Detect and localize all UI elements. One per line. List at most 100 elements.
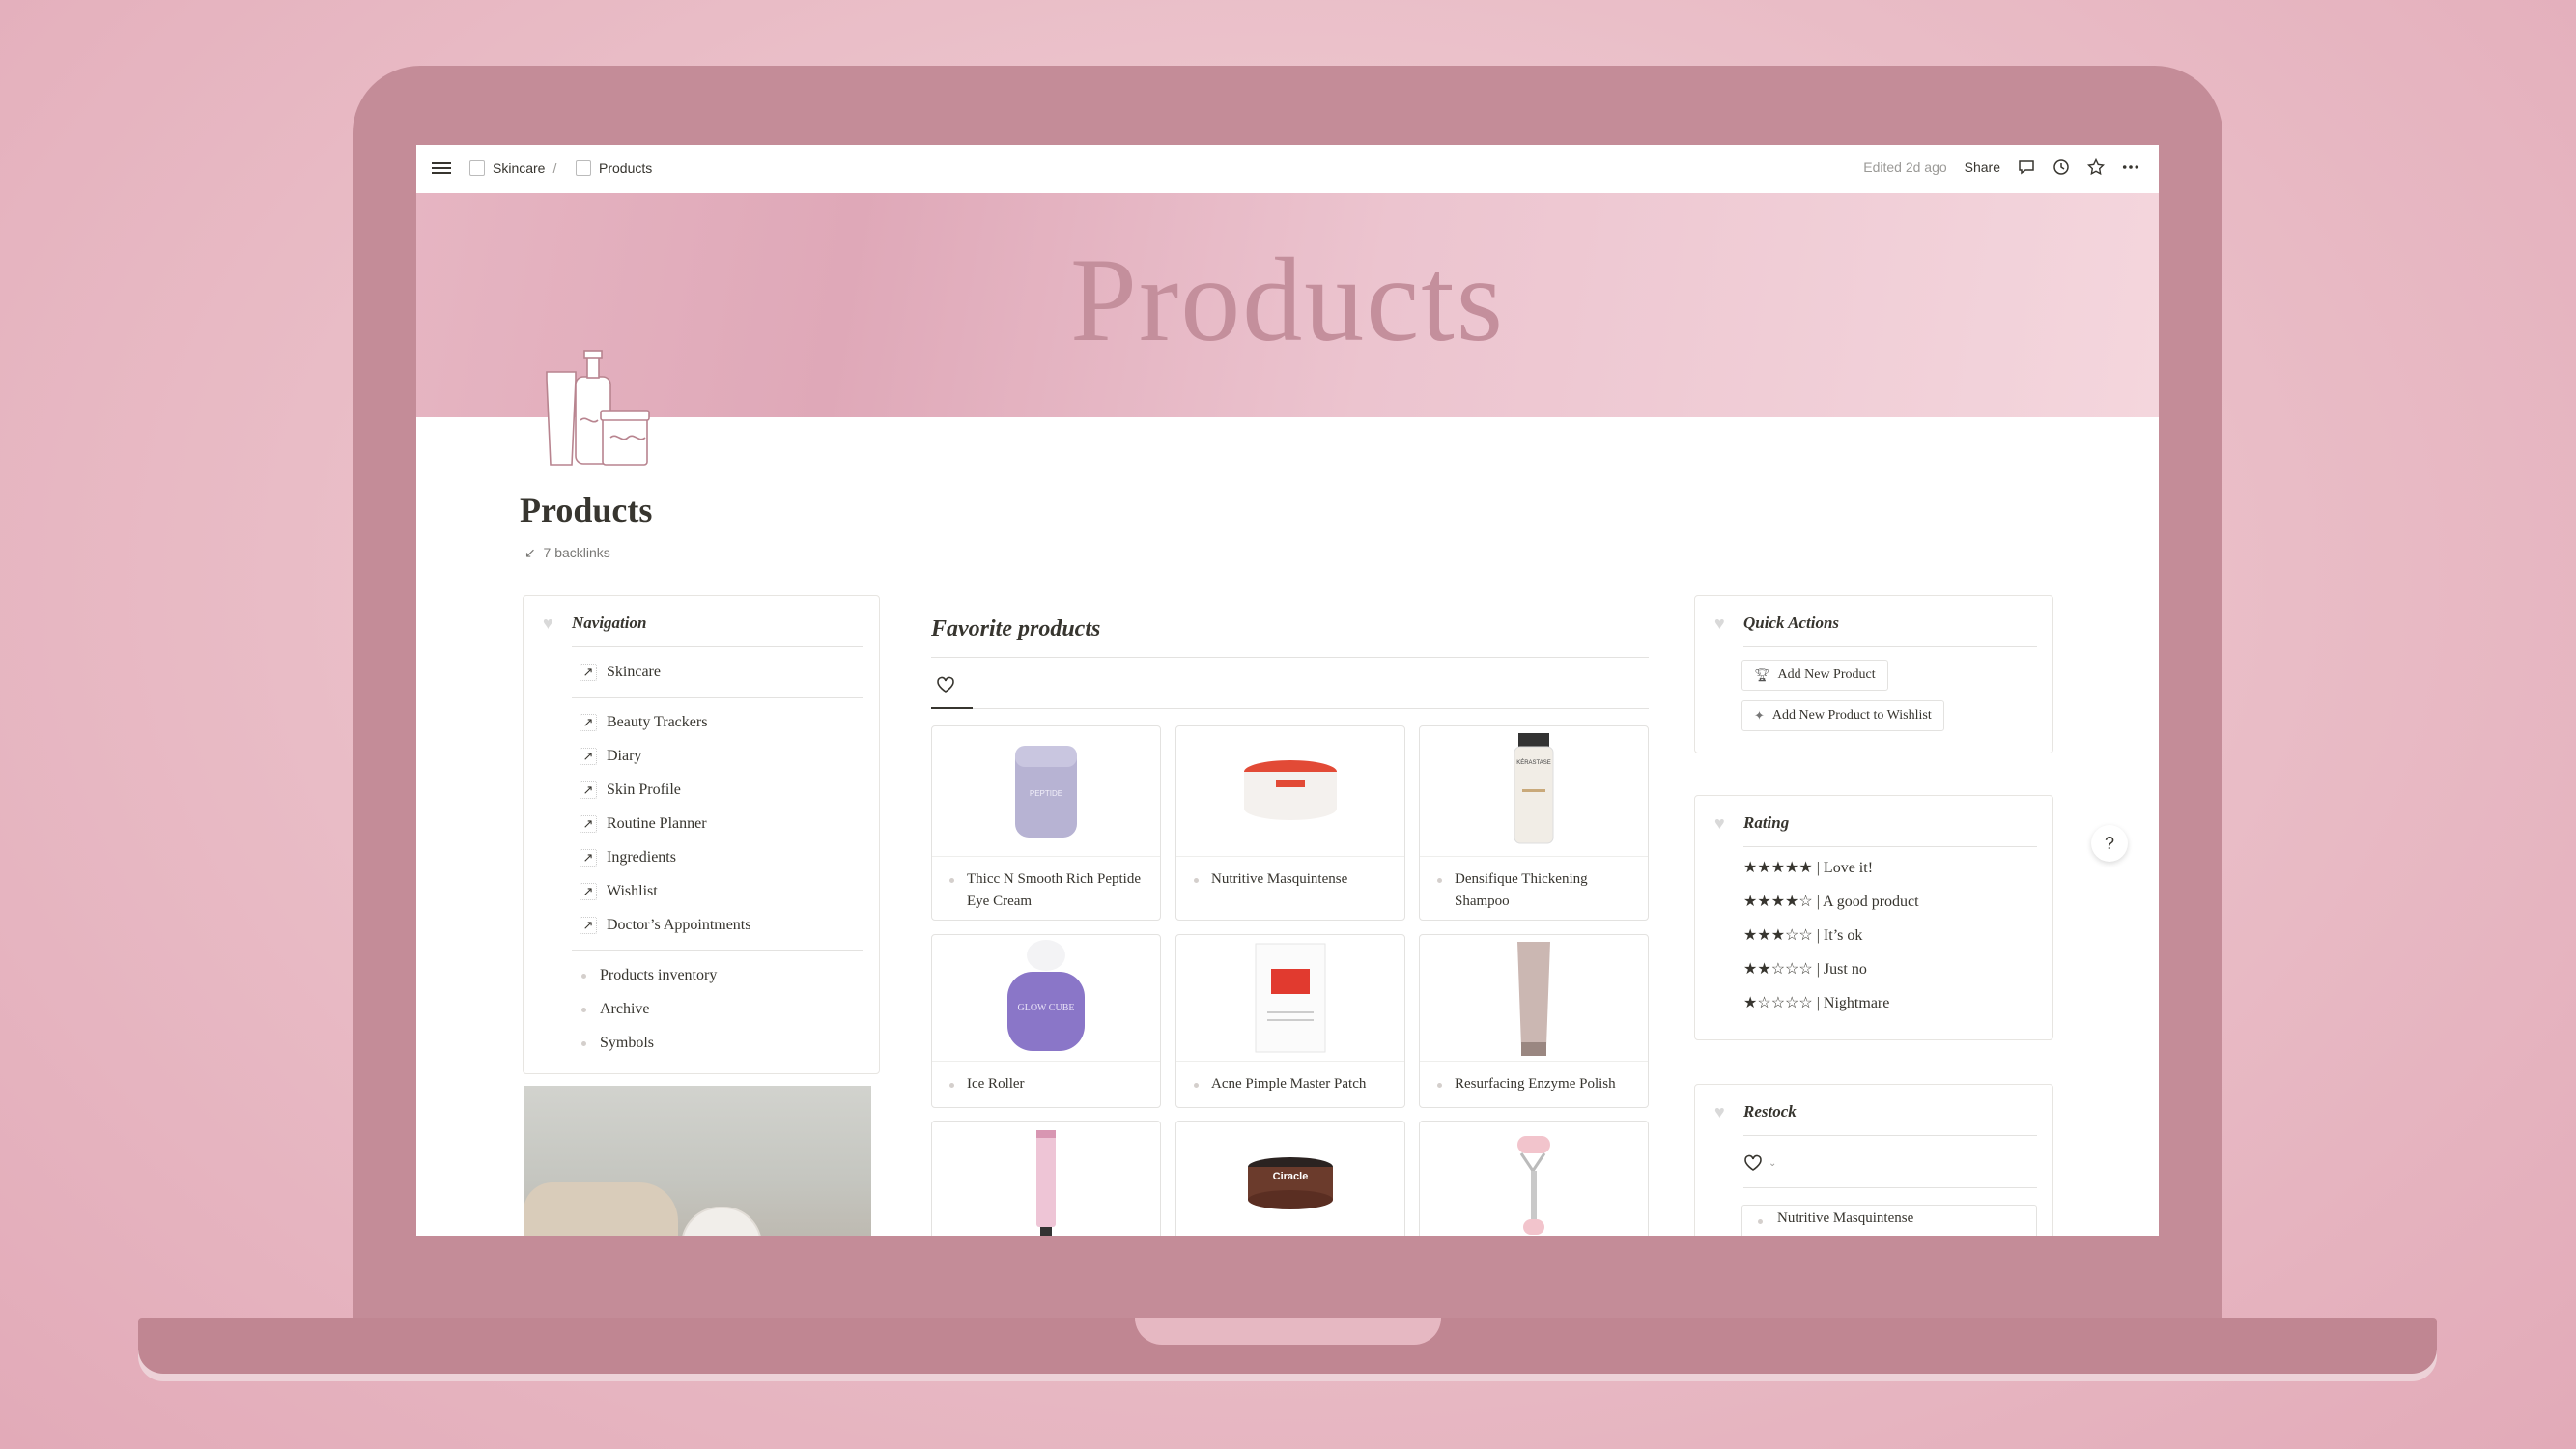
bullet	[1437, 878, 1442, 883]
sparkle-icon: ✦	[1754, 708, 1765, 723]
product-label-glow: GLOW CUBE	[1018, 1003, 1075, 1013]
restock-callout: ♥ Restock ⌄ Nutritive Masquintense	[1694, 1084, 2053, 1236]
nav-link-wishlist[interactable]: ↗ Wishlist	[580, 883, 658, 900]
breadcrumb-skincare[interactable]: Skincare /	[469, 160, 556, 176]
product-name: Thicc N Smooth Rich Peptide Eye Cream	[967, 871, 1141, 909]
product-card[interactable]	[1419, 1121, 1649, 1236]
divider	[931, 708, 1649, 709]
product-label-ciracle: Ciracle	[1273, 1171, 1309, 1182]
restock-item-card[interactable]: Nutritive Masquintense	[1741, 1205, 2037, 1236]
favorites-heading: Favorite products	[931, 616, 1101, 641]
product-image: GLOW CUBE	[932, 935, 1160, 1061]
active-tab-indicator	[931, 707, 973, 709]
page-icon-small	[469, 160, 485, 176]
divider	[1743, 846, 2037, 847]
rating-callout: ♥ Rating ★★★★★ | Love it! ★★★★☆ | A good…	[1694, 795, 2053, 1040]
candle-shape	[681, 1207, 762, 1236]
menu-icon[interactable]	[432, 159, 451, 177]
nav-link-label: Skin Profile	[607, 781, 681, 798]
nav-item-label: Archive	[600, 1001, 650, 1017]
button-label: Add New Product to Wishlist	[1771, 708, 1932, 723]
heart-icon	[1744, 1154, 1762, 1171]
restock-item-label: Nutritive Masquintense	[1777, 1210, 1914, 1226]
bullet	[581, 1040, 586, 1046]
share-button[interactable]: Share	[1965, 159, 2000, 175]
add-new-product-button[interactable]: 🏆︎ Add New Product	[1741, 660, 1888, 691]
restock-view-selector[interactable]: ⌄	[1743, 1154, 1776, 1172]
divider	[1743, 1187, 2037, 1188]
nav-link-routine-planner[interactable]: ↗ Routine Planner	[580, 815, 707, 833]
product-image: PEPTIDE	[932, 726, 1160, 852]
divider	[1743, 646, 2037, 647]
restock-heading-label: Restock	[1743, 1102, 1797, 1121]
nav-link-label: Wishlist	[607, 883, 658, 899]
star-icon[interactable]	[2087, 158, 2105, 176]
quick-actions-heading: ♥ Quick Actions	[1714, 613, 1839, 633]
help-button[interactable]: ?	[2091, 825, 2128, 862]
nav-link-label: Routine Planner	[607, 815, 707, 832]
product-image: KÉRASTASE	[1420, 726, 1648, 852]
nav-item-label: Products inventory	[600, 967, 718, 983]
navigation-callout: ♥ Navigation ↗ Skincare ↗ Beauty Trackers…	[523, 595, 880, 1074]
product-image	[1176, 726, 1404, 852]
bullet	[1194, 1083, 1199, 1088]
product-label-kerastase: KÉRASTASE	[1516, 759, 1551, 766]
rating-heading-label: Rating	[1743, 813, 1790, 832]
nav-link-beauty-trackers[interactable]: ↗ Beauty Trackers	[580, 714, 707, 731]
nav-link-label: Skincare	[607, 664, 661, 680]
nav-link-diary[interactable]: ↗ Diary	[580, 748, 641, 765]
product-card[interactable]: KÉRASTASE Densifique Thickening Shampoo	[1419, 725, 1649, 921]
history-icon[interactable]	[2052, 158, 2070, 176]
help-label: ?	[2104, 833, 2114, 853]
product-card[interactable]: Acne Pimple Master Patch	[1175, 934, 1405, 1108]
product-card[interactable]: PEPTIDE Thicc N Smooth Rich Peptide Eye …	[931, 725, 1161, 921]
heart-icon: ♥	[543, 613, 553, 633]
nav-item-symbols[interactable]: Symbols	[581, 1035, 654, 1052]
nav-link-doctors-appointments[interactable]: ↗ Doctor’s Appointments	[580, 917, 750, 934]
navigation-heading-label: Navigation	[572, 613, 647, 632]
nav-link-ingredients[interactable]: ↗ Ingredients	[580, 849, 676, 867]
more-icon[interactable]	[2122, 158, 2139, 176]
product-name: Nutritive Masquintense	[1211, 871, 1348, 887]
laptop-notch	[1135, 1318, 1441, 1345]
favorites-view-tab[interactable]	[936, 676, 959, 697]
rating-heading: ♥ Rating	[1714, 813, 1789, 833]
link-arrow-icon: ↗	[580, 714, 597, 731]
page-title: Products	[520, 491, 653, 529]
page-icon-small	[576, 160, 591, 176]
quick-actions-callout: ♥ Quick Actions 🏆︎ Add New Product ✦ Add…	[1694, 595, 2053, 753]
nav-item-products-inventory[interactable]: Products inventory	[581, 967, 717, 984]
product-image	[932, 1122, 1160, 1236]
heart-icon	[937, 676, 954, 693]
product-name: Densifique Thickening Shampoo	[1455, 871, 1588, 909]
topbar: Skincare / Products Edited 2d ago Share	[416, 145, 2159, 193]
product-card[interactable]: Nutritive Masquintense	[1175, 725, 1405, 921]
add-to-wishlist-button[interactable]: ✦ Add New Product to Wishlist	[1741, 700, 1944, 731]
bullet	[1194, 878, 1199, 883]
nav-link-label: Beauty Trackers	[607, 714, 708, 730]
backlinks-link[interactable]: ↙ 7 backlinks	[524, 545, 610, 561]
nav-link-skincare[interactable]: ↗ Skincare	[580, 664, 661, 681]
stone-shape	[524, 1182, 678, 1236]
decor-photo	[524, 1086, 871, 1236]
cover-image: Products	[416, 193, 2159, 417]
divider	[572, 697, 863, 698]
product-card[interactable]	[931, 1121, 1161, 1236]
product-card[interactable]: GLOW CUBE Ice Roller	[931, 934, 1161, 1108]
heart-icon: ♥	[1714, 1102, 1725, 1122]
trophy-icon: 🏆︎	[1754, 668, 1770, 682]
rating-item: ★★★☆☆ | It’s ok	[1743, 927, 1863, 944]
nav-item-archive[interactable]: Archive	[581, 1001, 650, 1018]
bullet	[581, 973, 586, 979]
breadcrumb-label: Skincare	[493, 160, 546, 176]
link-arrow-icon: ↗	[580, 815, 597, 833]
product-card[interactable]: Resurfacing Enzyme Polish	[1419, 934, 1649, 1108]
nav-link-skin-profile[interactable]: ↗ Skin Profile	[580, 781, 681, 799]
card-caption: Ice Roller	[932, 1061, 1160, 1095]
comment-icon[interactable]	[2018, 158, 2035, 176]
product-name: Acne Pimple Master Patch	[1211, 1076, 1367, 1092]
card-caption: Nutritive Masquintense	[1176, 856, 1404, 891]
cover-title: Products	[1070, 234, 1505, 366]
product-card[interactable]: Ciracle	[1175, 1121, 1405, 1236]
breadcrumb-products[interactable]: Products	[576, 160, 652, 176]
